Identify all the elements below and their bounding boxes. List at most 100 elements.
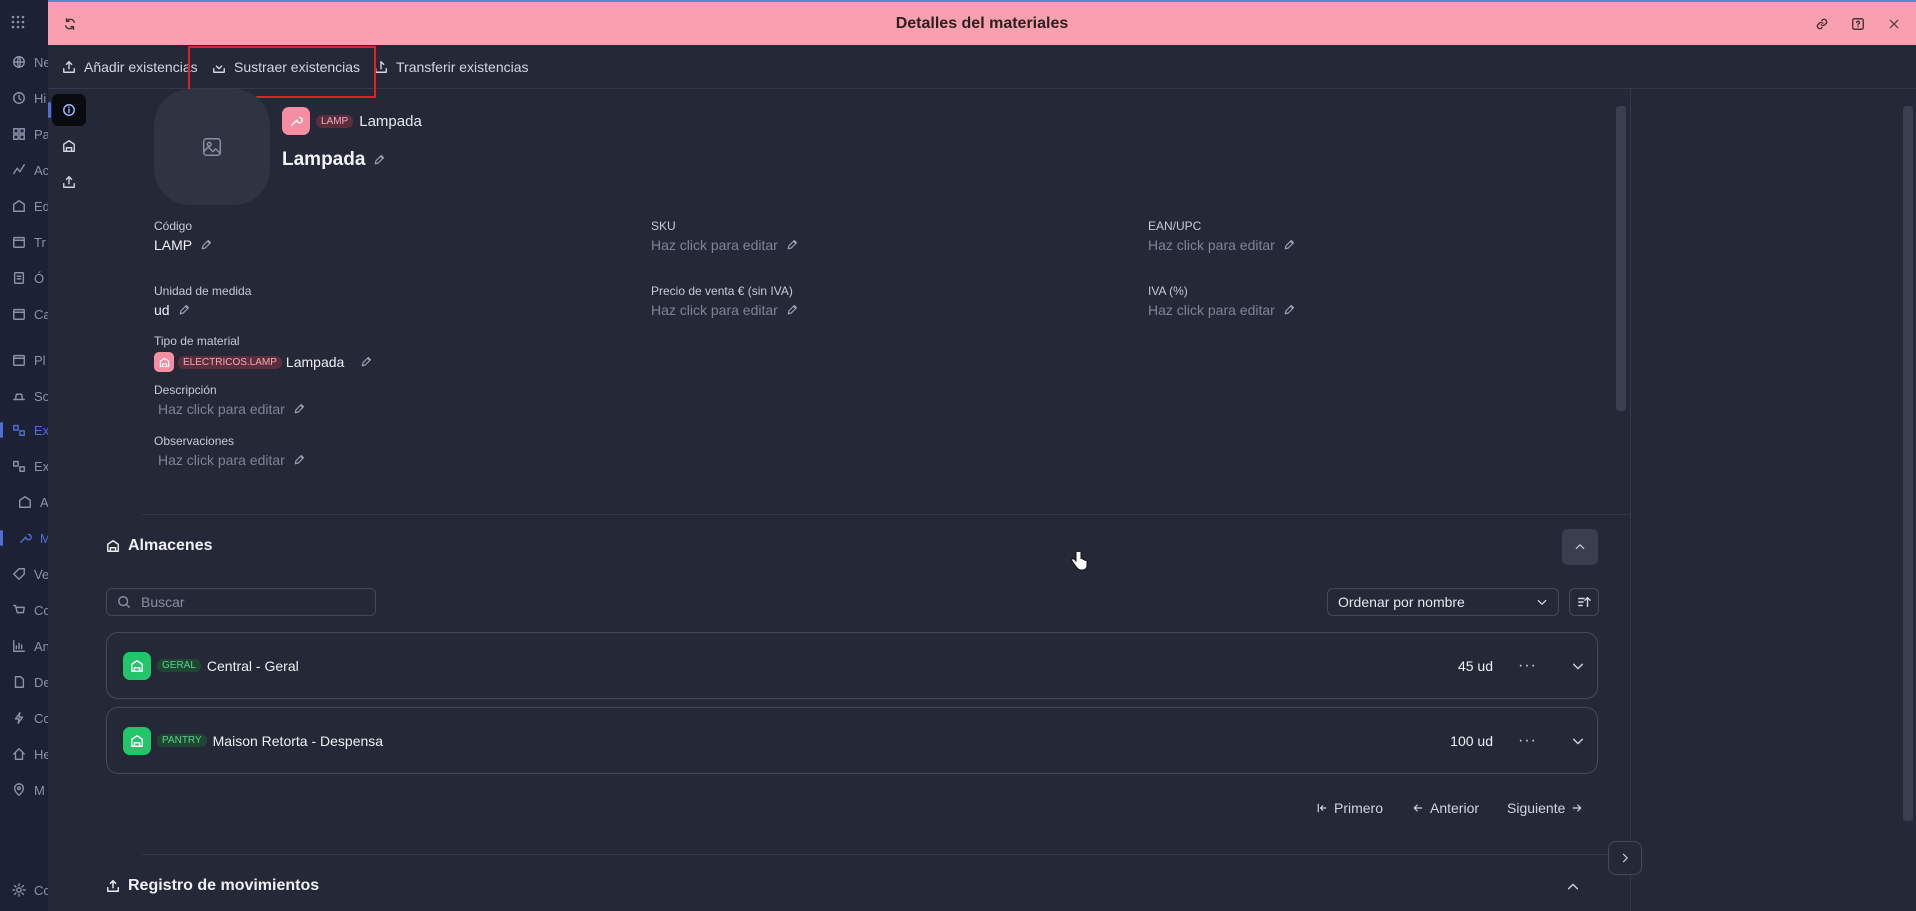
field-label: Tipo de material <box>154 334 240 348</box>
field-description[interactable]: Descripción Haz click para editar <box>154 383 305 417</box>
field-value: ud <box>154 302 170 318</box>
bg-sidebar-item[interactable]: Co <box>12 708 52 728</box>
info-icon[interactable] <box>48 94 86 126</box>
subtract-stock-button[interactable]: Sustraer existencias <box>212 55 360 79</box>
bg-sidebar-label: Ex <box>34 422 50 438</box>
bg-sidebar-item[interactable]: He <box>12 744 52 764</box>
chevron-down-icon[interactable] <box>1571 659 1585 673</box>
add-stock-button[interactable]: Añadir existencias <box>62 55 198 79</box>
pencil-icon[interactable] <box>373 154 385 166</box>
pagination-next-label: Siguiente <box>1507 800 1566 816</box>
bg-sidebar-item[interactable]: Pl <box>12 350 52 370</box>
field-label: Descripción <box>154 383 217 397</box>
warehouse-quantity: 45 ud <box>1457 657 1493 674</box>
collapse-movements-button[interactable] <box>1566 880 1580 894</box>
bg-sidebar-label: Ó <box>34 270 45 286</box>
bg-sidebar-label: Ex <box>34 458 50 474</box>
help-icon[interactable] <box>1848 14 1868 34</box>
warehouses-title: Almacenes <box>128 537 213 554</box>
bg-sidebar-item[interactable]: Tr <box>12 232 52 252</box>
warehouse-row[interactable]: GERAL Central - Geral 45 ud ··· <box>106 632 1598 699</box>
pencil-icon[interactable] <box>293 403 305 415</box>
field-material-type[interactable]: Tipo de material ELECTRICOS.LAMP Lampada <box>154 334 372 372</box>
sort-direction-button[interactable] <box>1569 588 1599 616</box>
field-unit[interactable]: Unidad de medida ud <box>154 284 251 318</box>
warehouse-search[interactable] <box>106 588 376 616</box>
movements-icon[interactable] <box>52 166 86 198</box>
pagination-previous-button[interactable]: Anterior <box>1412 800 1479 816</box>
bg-sidebar-item[interactable]: M <box>12 780 52 800</box>
stock-toolbar: Añadir existencias Sustraer existencias … <box>48 45 1916 89</box>
bg-sidebar-label: M <box>34 782 45 798</box>
bg-sidebar-item[interactable]: An <box>12 636 52 656</box>
pencil-icon[interactable] <box>360 356 372 368</box>
material-type-row: LAMP Lampada <box>282 107 422 135</box>
modal-title: Detalles del materiales <box>895 14 1069 32</box>
close-icon[interactable] <box>1884 14 1904 34</box>
bg-sidebar-item[interactable]: Ne <box>12 52 52 72</box>
material-image-placeholder[interactable] <box>154 89 270 205</box>
bg-sidebar-item[interactable]: Ó <box>12 268 52 288</box>
material-title: Lampada <box>282 149 366 170</box>
field-label: IVA (%) <box>1148 284 1188 298</box>
bg-sidebar-item[interactable]: Ex <box>12 456 52 476</box>
section-divider <box>142 514 1668 515</box>
warehouse-quantity: 100 ud <box>1450 732 1493 749</box>
right-panel-scrollbar[interactable] <box>1903 106 1913 821</box>
field-code[interactable]: Código LAMP <box>154 219 212 253</box>
pencil-icon[interactable] <box>786 239 798 251</box>
bg-sidebar-item[interactable]: Ex <box>12 420 52 440</box>
bg-sidebar-item[interactable]: Ac <box>12 160 52 180</box>
bg-sidebar-item[interactable]: Ed <box>12 196 52 216</box>
field-vat[interactable]: IVA (%) Haz click para editar <box>1148 284 1295 318</box>
sort-select[interactable]: Ordenar por nombre <box>1327 588 1559 616</box>
warehouse-row[interactable]: PANTRY Maison Retorta - Despensa 100 ud … <box>106 707 1598 774</box>
bg-sidebar-label: Tr <box>34 234 46 250</box>
field-value: Haz click para editar <box>158 401 285 417</box>
field-sku[interactable]: SKU Haz click para editar <box>651 219 798 253</box>
bg-sidebar-label: Ac <box>34 162 50 178</box>
refresh-icon[interactable] <box>60 14 80 34</box>
link-icon[interactable] <box>1812 14 1832 34</box>
field-label: Precio de venta € (sin IVA) <box>651 284 793 298</box>
pagination-next-button[interactable]: Siguiente <box>1507 800 1583 816</box>
warehouse-tag: GERAL <box>157 659 201 672</box>
warehouse-icon <box>107 540 119 552</box>
search-input[interactable] <box>141 594 361 610</box>
pencil-icon[interactable] <box>200 239 212 251</box>
pencil-icon[interactable] <box>786 304 798 316</box>
pencil-icon[interactable] <box>1283 239 1295 251</box>
sort-ascending-icon <box>1578 596 1591 608</box>
field-value: Lampada <box>285 354 345 370</box>
apps-grid-icon[interactable] <box>10 14 26 30</box>
section-divider <box>142 854 1668 855</box>
transfer-icon <box>375 61 387 73</box>
bg-sidebar-item[interactable]: So <box>12 386 52 406</box>
pencil-icon[interactable] <box>178 304 190 316</box>
bg-sidebar-item[interactable]: Pa <box>12 124 52 144</box>
bg-sidebar-item[interactable]: De <box>12 672 52 692</box>
bg-sidebar-item[interactable]: Co <box>12 600 52 620</box>
warehouses-section-header: Almacenes <box>106 537 213 555</box>
pencil-icon[interactable] <box>1283 304 1295 316</box>
bg-sidebar-item[interactable]: Ca <box>12 304 52 324</box>
chevron-down-icon[interactable] <box>1571 734 1585 748</box>
pagination-first-button[interactable]: Primero <box>1316 800 1383 816</box>
more-options-icon[interactable]: ··· <box>1518 657 1537 675</box>
material-type-tag: ELECTRICOS.LAMP <box>178 355 282 369</box>
bg-sidebar-item[interactable]: Co <box>12 880 52 900</box>
warehouse-icon[interactable] <box>52 130 86 162</box>
content-scrollbar[interactable] <box>1616 106 1626 411</box>
collapse-warehouses-button[interactable] <box>1562 529 1598 565</box>
field-observations[interactable]: Observaciones Haz click para editar <box>154 434 305 468</box>
transfer-stock-button[interactable]: Transferir existencias <box>374 55 529 79</box>
expand-panel-button[interactable] <box>1608 841 1642 875</box>
bg-sidebar-item[interactable]: Hi <box>12 88 52 108</box>
field-price[interactable]: Precio de venta € (sin IVA) Haz click pa… <box>651 284 798 318</box>
bg-sidebar-item[interactable]: Ve <box>12 564 52 584</box>
material-title-row[interactable]: Lampada <box>282 149 385 171</box>
more-options-icon[interactable]: ··· <box>1518 732 1537 750</box>
pencil-icon[interactable] <box>293 454 305 466</box>
field-ean[interactable]: EAN/UPC Haz click para editar <box>1148 219 1295 253</box>
transfer-stock-label: Transferir existencias <box>396 59 529 75</box>
